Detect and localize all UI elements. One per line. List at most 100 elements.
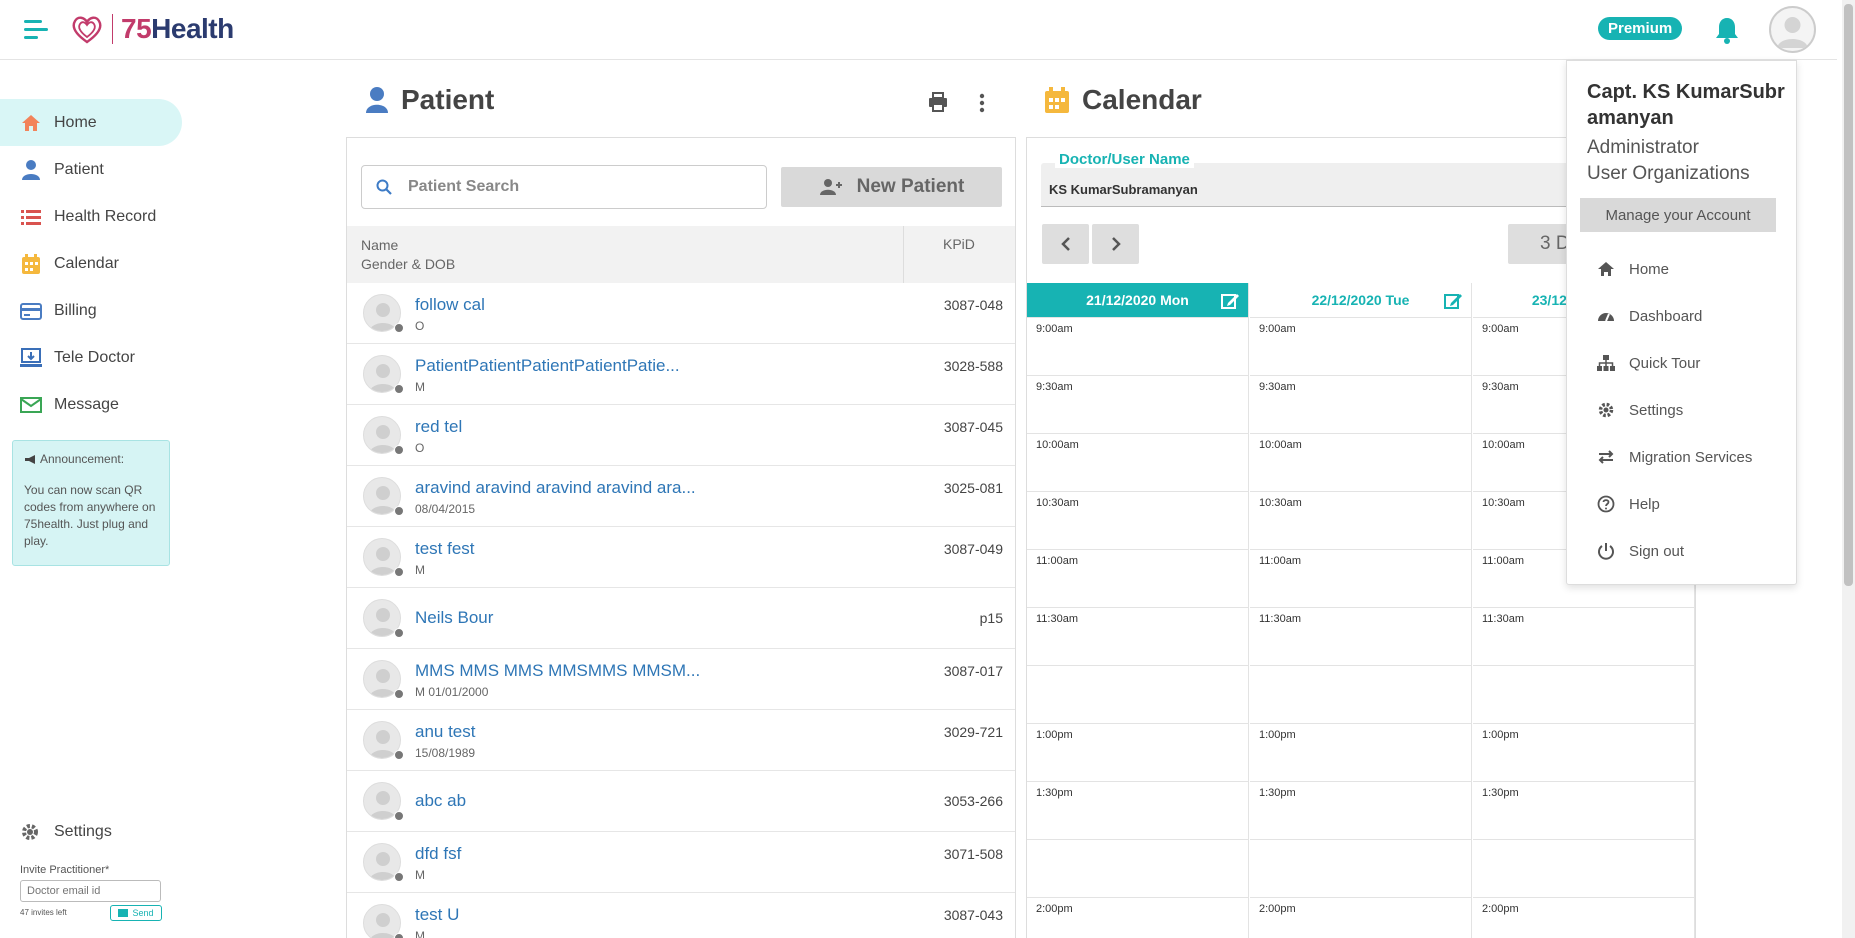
- patient-search-input[interactable]: Patient Search: [361, 165, 767, 209]
- sidebar-item-calendar[interactable]: Calendar: [0, 240, 182, 287]
- page-scrollbar[interactable]: [1842, 0, 1855, 938]
- kpid-column-header[interactable]: KPiD: [943, 236, 975, 252]
- time-slot[interactable]: 11:30am: [1027, 608, 1248, 666]
- doctor-value: KS KumarSubramanyan: [1049, 182, 1198, 197]
- table-row[interactable]: anu test 15/08/1989 3029-721: [347, 710, 1015, 771]
- time-slot[interactable]: [1027, 840, 1248, 898]
- time-slot[interactable]: 11:00am: [1027, 550, 1248, 608]
- table-row[interactable]: MMS MMS MMS MMSMMS MMSM... M 01/01/2000 30…: [347, 649, 1015, 710]
- time-slot[interactable]: 1:30pm: [1473, 782, 1694, 840]
- table-row[interactable]: PatientPatientPatientPatientPatie... M 302…: [347, 344, 1015, 405]
- new-patient-button[interactable]: New Patient: [781, 167, 1002, 207]
- day-header[interactable]: 22/12/2020 Tue: [1250, 283, 1471, 318]
- account-organizations[interactable]: User Organizations: [1587, 161, 1750, 187]
- patient-name[interactable]: Neils Bour: [415, 608, 493, 628]
- user-icon: [366, 87, 388, 113]
- calendar-icon: [22, 253, 40, 274]
- patient-kpid: 3087-049: [943, 541, 1003, 557]
- time-slot[interactable]: 1:30pm: [1250, 782, 1471, 840]
- time-slot[interactable]: 10:30am: [1250, 492, 1471, 550]
- patient-gender-dob: 15/08/1989: [415, 746, 476, 760]
- table-row[interactable]: Neils Bour p15: [347, 588, 1015, 649]
- time-slot[interactable]: 1:30pm: [1027, 782, 1248, 840]
- logo[interactable]: 75Health: [70, 12, 234, 46]
- edit-icon[interactable]: [1443, 291, 1463, 311]
- time-slot[interactable]: [1473, 840, 1694, 898]
- table-row[interactable]: test fest M 3087-049: [347, 527, 1015, 588]
- sidebar-settings[interactable]: Settings: [20, 822, 112, 842]
- patient-name[interactable]: MMS MMS MMS MMSMMS MMSM...: [415, 661, 700, 681]
- announcement-box: Announcement: You can now scan QR codes …: [12, 440, 170, 566]
- sidebar-item-health-record[interactable]: Health Record: [0, 193, 182, 240]
- bell-icon[interactable]: [1714, 16, 1740, 44]
- menu-item-sign-out[interactable]: Sign out: [1597, 542, 1684, 560]
- patient-name[interactable]: dfd fsf: [415, 844, 461, 864]
- time-slot[interactable]: 9:00am: [1250, 318, 1471, 376]
- next-button[interactable]: [1092, 224, 1139, 264]
- menu-item-dashboard[interactable]: Dashboard: [1597, 307, 1702, 325]
- menu-item-help[interactable]: Help: [1597, 495, 1660, 513]
- sidebar-item-label: Calendar: [54, 254, 119, 272]
- sidebar-item-patient[interactable]: Patient: [0, 146, 182, 193]
- time-slot[interactable]: 11:00am: [1250, 550, 1471, 608]
- more-options-icon[interactable]: [976, 92, 988, 114]
- patient-name[interactable]: follow cal: [415, 295, 485, 315]
- sidebar-item-home[interactable]: Home: [0, 99, 182, 146]
- time-slot[interactable]: 2:00pm: [1027, 898, 1248, 938]
- logo-divider: [112, 14, 113, 44]
- time-slot[interactable]: 2:00pm: [1250, 898, 1471, 938]
- time-slot[interactable]: 1:00pm: [1250, 724, 1471, 782]
- invite-send-button[interactable]: Send: [110, 905, 162, 921]
- previous-button[interactable]: [1042, 224, 1089, 264]
- avatar[interactable]: [1769, 6, 1816, 53]
- time-slot[interactable]: 10:00am: [1027, 434, 1248, 492]
- manage-account-button[interactable]: Manage your Account: [1580, 198, 1776, 232]
- gear-icon: [1598, 402, 1614, 418]
- table-row[interactable]: dfd fsf M 3071-508: [347, 832, 1015, 893]
- time-slot[interactable]: 11:30am: [1250, 608, 1471, 666]
- table-row[interactable]: abc ab 3053-266: [347, 771, 1015, 832]
- edit-icon[interactable]: [1220, 291, 1240, 311]
- table-row[interactable]: red tel O 3087-045: [347, 405, 1015, 466]
- slot-time: 10:00am: [1259, 439, 1302, 451]
- menu-icon[interactable]: [24, 20, 50, 42]
- time-slot[interactable]: 2:00pm: [1473, 898, 1694, 938]
- time-slot[interactable]: 10:30am: [1027, 492, 1248, 550]
- invite-email-field[interactable]: [20, 880, 161, 902]
- sidebar-item-billing[interactable]: Billing: [0, 287, 182, 334]
- time-slot[interactable]: [1250, 666, 1471, 724]
- time-slot[interactable]: [1027, 666, 1248, 724]
- print-icon[interactable]: [928, 92, 948, 112]
- menu-item-home[interactable]: Home: [1597, 260, 1669, 278]
- patient-name[interactable]: anu test: [415, 722, 476, 742]
- time-slot[interactable]: [1250, 840, 1471, 898]
- day-header[interactable]: 21/12/2020 Mon: [1027, 283, 1248, 318]
- patient-name[interactable]: aravind aravind aravind aravind ara...: [415, 478, 696, 498]
- scrollbar-thumb[interactable]: [1844, 4, 1853, 586]
- sidebar-item-tele-doctor[interactable]: Tele Doctor: [0, 334, 182, 381]
- menu-item-settings[interactable]: Settings: [1597, 401, 1683, 419]
- table-row[interactable]: test U M 3087-043: [347, 893, 1015, 938]
- patient-name[interactable]: test fest: [415, 539, 475, 559]
- time-slot[interactable]: 11:30am: [1473, 608, 1694, 666]
- time-slot[interactable]: 9:30am: [1250, 376, 1471, 434]
- sidebar-item-message[interactable]: Message: [0, 381, 182, 428]
- time-slot[interactable]: 1:00pm: [1027, 724, 1248, 782]
- menu-item-migration-services[interactable]: Migration Services: [1597, 448, 1752, 466]
- time-slot[interactable]: 9:00am: [1027, 318, 1248, 376]
- premium-badge[interactable]: Premium: [1598, 17, 1683, 40]
- name-column-header[interactable]: Name Gender & DOB: [361, 236, 455, 274]
- time-slot[interactable]: 10:00am: [1250, 434, 1471, 492]
- table-row[interactable]: aravind aravind aravind aravind ara... 08…: [347, 466, 1015, 527]
- time-slot[interactable]: 9:30am: [1027, 376, 1248, 434]
- patient-name[interactable]: red tel: [415, 417, 462, 437]
- patient-name[interactable]: test U: [415, 905, 459, 925]
- doctor-select-field[interactable]: KS KumarSubramanyan: [1041, 163, 1631, 207]
- menu-item-quick-tour[interactable]: Quick Tour: [1597, 354, 1700, 372]
- table-row[interactable]: follow cal O 3087-048: [347, 283, 1015, 344]
- time-slot[interactable]: 1:00pm: [1473, 724, 1694, 782]
- patient-name[interactable]: PatientPatientPatientPatientPatie...: [415, 356, 680, 376]
- patient-name[interactable]: abc ab: [415, 791, 466, 811]
- time-slot[interactable]: [1473, 666, 1694, 724]
- account-role: Administrator: [1587, 137, 1699, 158]
